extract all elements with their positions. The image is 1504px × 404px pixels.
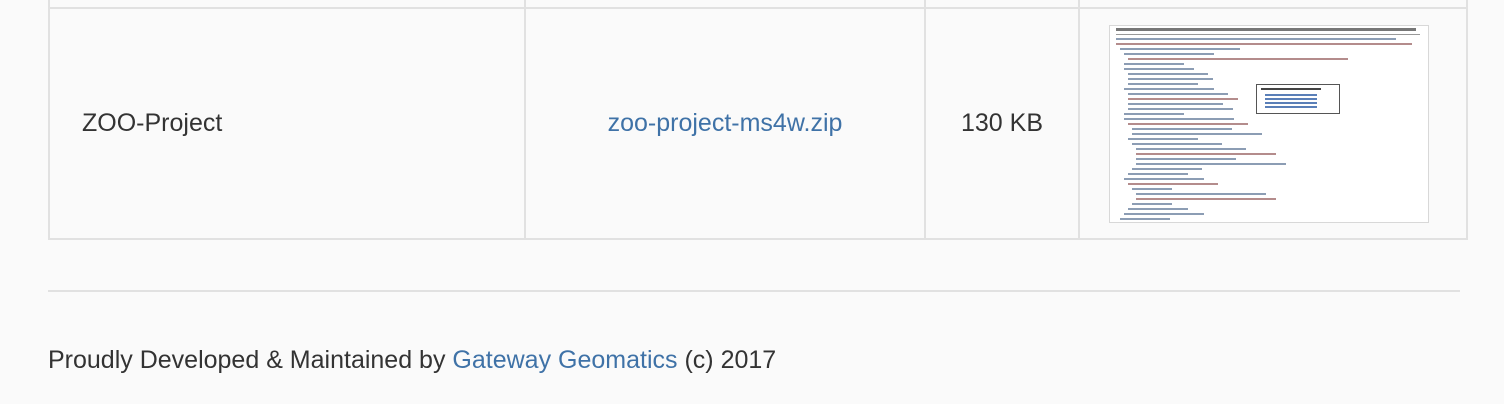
footer: Proudly Developed & Maintained by Gatewa… — [48, 346, 776, 375]
screenshot-cell — [1078, 7, 1468, 240]
footer-divider — [48, 290, 1460, 292]
footer-prefix: Proudly Developed & Maintained by — [48, 346, 446, 374]
company-link[interactable]: Gateway Geomatics — [452, 346, 677, 374]
table-row: ZOO-Project zoo-project-ms4w.zip 130 KB — [48, 7, 1468, 240]
download-link[interactable]: zoo-project-ms4w.zip — [608, 109, 843, 137]
packages-table: ZOO-Project zoo-project-ms4w.zip 130 KB — [48, 0, 1468, 240]
project-name-cell: ZOO-Project — [48, 7, 526, 240]
project-name: ZOO-Project — [82, 109, 223, 137]
table-row-previous — [48, 0, 1468, 9]
file-size-cell: 130 KB — [924, 7, 1080, 240]
file-size: 130 KB — [960, 109, 1043, 137]
download-cell: zoo-project-ms4w.zip — [524, 7, 926, 240]
screenshot-thumbnail[interactable] — [1109, 24, 1429, 223]
footer-copyright: (c) 2017 — [684, 346, 777, 374]
